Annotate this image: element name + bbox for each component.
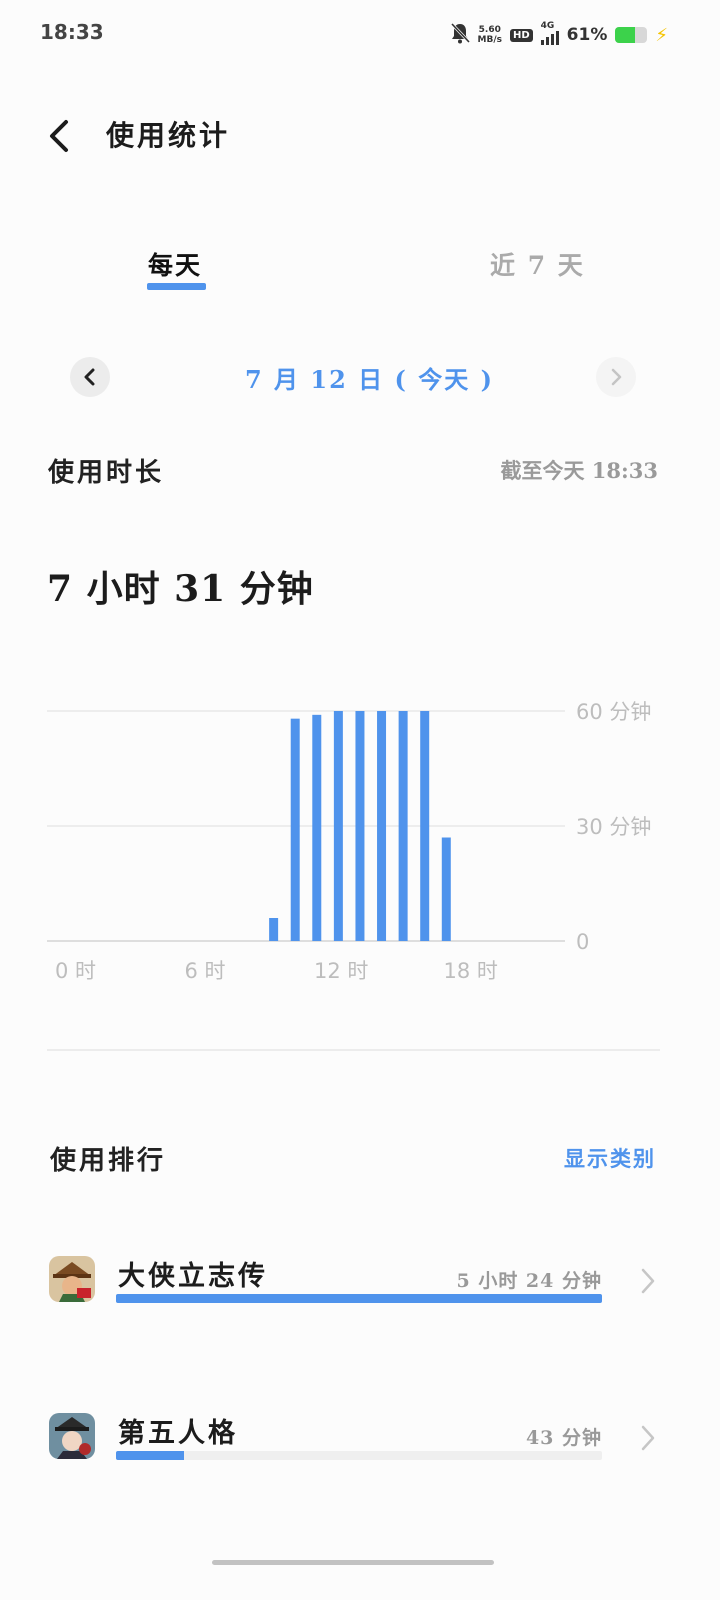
usage-total: 7 小时 31 分钟: [47, 568, 314, 610]
app-name: 第五人格: [118, 1418, 238, 1449]
chevron-left-icon: [84, 368, 95, 386]
app-usage-row[interactable]: 大侠立志传 5 小时 24 分钟: [0, 1256, 720, 1336]
app-usage-bar-fill: [116, 1451, 185, 1460]
usage-duration-label: 使用时长: [48, 458, 165, 488]
net-speed: 5.60 MB/s: [478, 25, 502, 45]
chart-bar: [398, 711, 408, 941]
chart-x-tick-label: 18 时: [444, 959, 498, 983]
network-type: 4G: [540, 21, 555, 31]
chart-bar: [441, 837, 451, 941]
next-day-button[interactable]: [596, 357, 636, 397]
home-indicator[interactable]: [212, 1560, 494, 1565]
chart-y-tick-label: 60 分钟: [576, 700, 651, 724]
usage-ranking-label: 使用排行: [50, 1146, 167, 1176]
tab-last-7-days[interactable]: 近 7 天: [490, 246, 585, 282]
chart-bar: [420, 711, 430, 941]
chart-bar: [355, 711, 365, 941]
back-button[interactable]: [46, 118, 76, 154]
chevron-right-icon: [641, 1268, 655, 1294]
chart-bar: [269, 918, 279, 941]
app-name: 大侠立志传: [118, 1261, 268, 1292]
app-usage-row[interactable]: 第五人格 43 分钟: [0, 1413, 720, 1493]
status-bar-time: 18:33: [40, 20, 104, 44]
previous-day-button[interactable]: [70, 357, 110, 397]
chart-x-tick-label: 0 时: [55, 959, 96, 983]
battery-level-fill: [615, 27, 635, 43]
chart-x-tick-label: 6 时: [185, 959, 226, 983]
hourly-usage-chart: 0 30 分钟 60 分钟 0 时 6 时 12 时 18 时: [47, 700, 651, 983]
section-divider: [47, 1049, 660, 1051]
app-usage-time: 5 小时 24 分钟: [456, 1270, 602, 1292]
chart-y-tick-label: 30 分钟: [576, 815, 651, 839]
app-usage-bar: [116, 1451, 602, 1460]
show-category-button[interactable]: 显示类别: [564, 1143, 656, 1173]
chevron-left-icon: [50, 120, 68, 152]
tab-active-indicator: [147, 283, 206, 290]
app-usage-time: 43 分钟: [525, 1427, 602, 1449]
page-title: 使用统计: [106, 119, 231, 152]
chevron-right-icon: [611, 368, 622, 386]
tab-daily[interactable]: 每天: [148, 246, 202, 282]
bell-muted-icon: [450, 22, 470, 48]
hd-badge: HD: [509, 28, 533, 42]
chart-x-tick-label: 12 时: [314, 959, 368, 983]
signal-icon: 4G: [540, 21, 559, 45]
net-speed-value: 5.60: [478, 25, 501, 35]
selected-date: 7 月 12 日 ( 今天 ): [245, 365, 494, 394]
usage-as-of: 截至今天 18:33: [500, 458, 658, 483]
battery-percent: 61%: [566, 25, 608, 45]
status-bar-icons: 5.60 MB/s HD 4G 61% ⚡: [450, 21, 668, 48]
app-usage-bar: [116, 1294, 602, 1303]
chart-bar: [312, 714, 322, 941]
wuxia-game-app-icon: [49, 1256, 95, 1302]
net-speed-unit: MB/s: [477, 35, 502, 45]
chart-y-tick-label: 0: [576, 930, 589, 954]
chart-bar: [290, 718, 300, 941]
chevron-right-icon: [641, 1425, 655, 1451]
battery-icon: [615, 27, 648, 43]
identity-v-app-icon: [49, 1413, 95, 1459]
chart-bar: [377, 711, 387, 941]
app-usage-bar-fill: [116, 1294, 602, 1303]
chart-bar: [333, 711, 343, 941]
charging-bolt-icon: ⚡: [655, 24, 668, 46]
